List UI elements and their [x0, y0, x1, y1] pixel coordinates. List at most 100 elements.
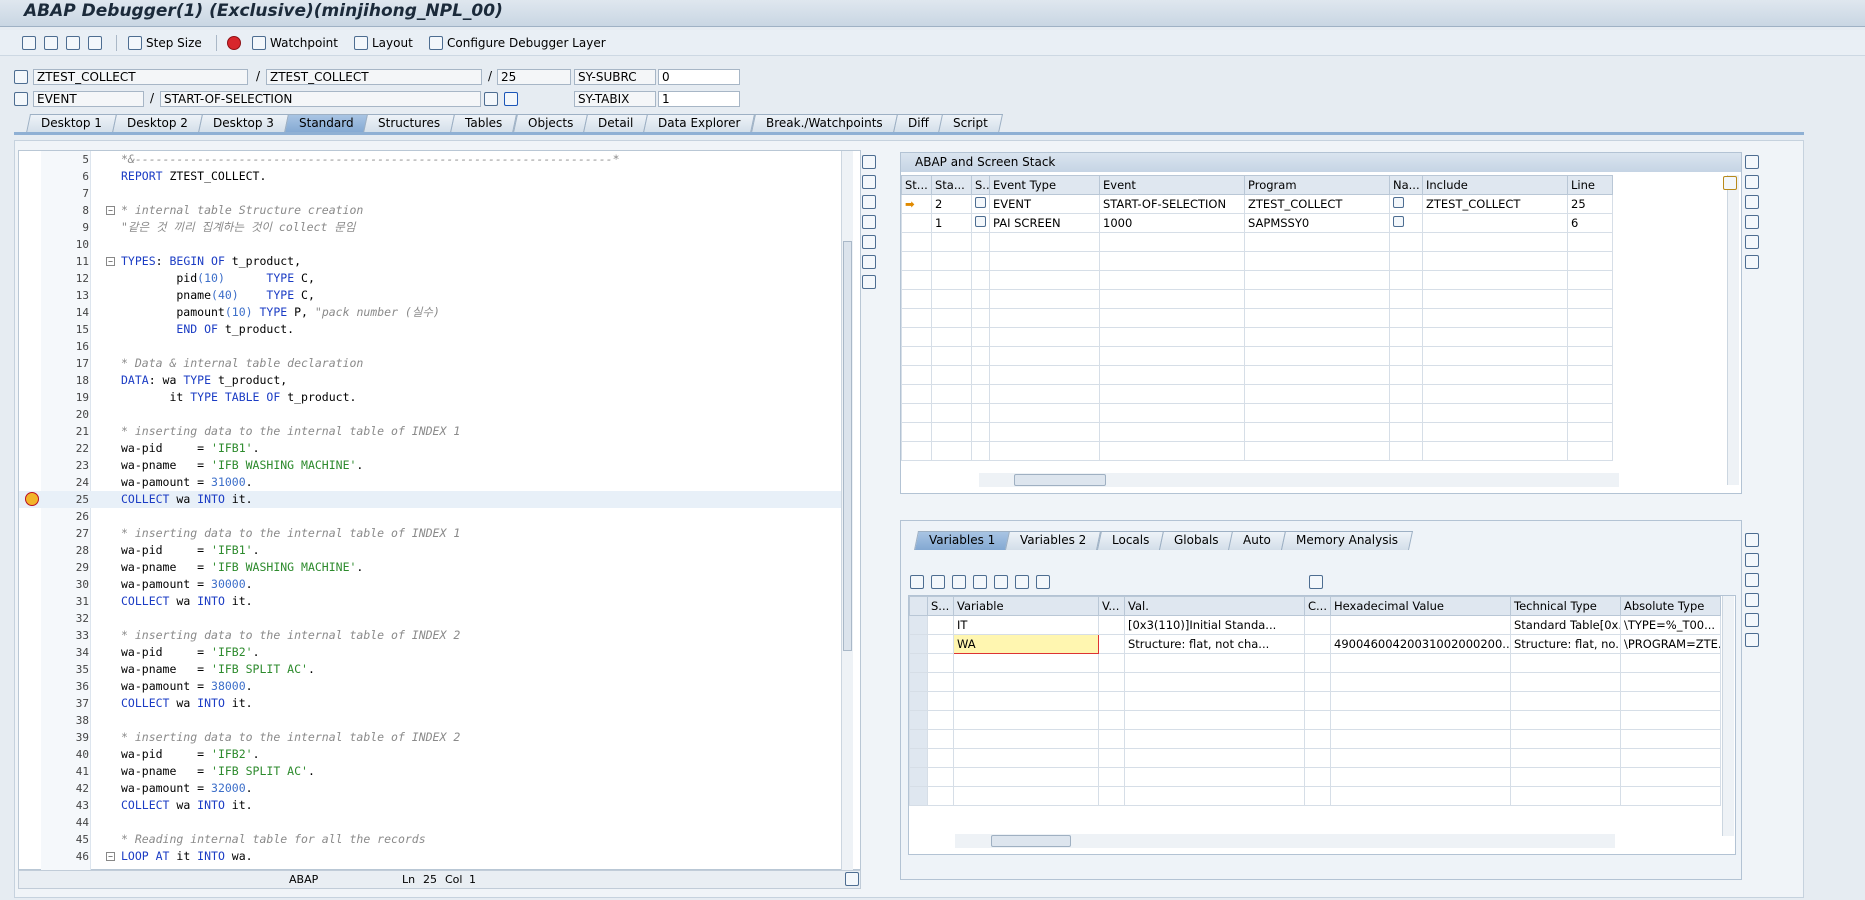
- code-line[interactable]: 44: [19, 814, 845, 831]
- watchpoint-button[interactable]: Watchpoint: [252, 34, 338, 52]
- tab-data-explorer[interactable]: Data Explorer: [643, 114, 756, 133]
- variable-empty-row[interactable]: [909, 710, 1721, 730]
- editor-scrollbar[interactable]: [841, 151, 853, 871]
- code-line[interactable]: 22 wa-pid = 'IFB1'.: [19, 440, 845, 457]
- step-size-button[interactable]: Step Size: [128, 34, 202, 52]
- services-icon[interactable]: [1745, 613, 1759, 627]
- variable-empty-row[interactable]: [909, 748, 1721, 768]
- variable-column-header[interactable]: Hexadecimal Value: [1330, 596, 1511, 616]
- code-line[interactable]: 14 pamount(10) TYPE P, "pack number (실수): [19, 304, 845, 321]
- services-icon[interactable]: [862, 255, 876, 269]
- variable-column-header[interactable]: Variable: [953, 596, 1099, 616]
- tab-structures[interactable]: Structures: [363, 114, 456, 133]
- editor-settings-icon[interactable]: [845, 872, 859, 886]
- code-line[interactable]: 25 COLLECT wa INTO it.: [19, 491, 845, 508]
- fold-toggle-icon[interactable]: −: [106, 852, 115, 861]
- tab-desktop-2[interactable]: Desktop 2: [111, 114, 203, 133]
- close-icon[interactable]: [1745, 155, 1759, 169]
- layout-button[interactable]: Layout: [354, 34, 413, 52]
- tab-tables[interactable]: Tables: [450, 114, 518, 133]
- variables-hscrollbar[interactable]: [955, 834, 1615, 848]
- code-line[interactable]: 5 *&-------------------------------------…: [19, 151, 845, 168]
- fold-toggle-icon[interactable]: −: [106, 257, 115, 266]
- code-line[interactable]: 21 * inserting data to the internal table…: [19, 423, 845, 440]
- code-line[interactable]: 20: [19, 406, 845, 423]
- code-line[interactable]: 8 − * internal table Structure creation: [19, 202, 845, 219]
- code-line[interactable]: 11 − TYPES: BEGIN OF t_product,: [19, 253, 845, 270]
- variable-empty-row[interactable]: [909, 767, 1721, 787]
- code-line[interactable]: 33 * inserting data to the internal table…: [19, 627, 845, 644]
- variable-empty-row[interactable]: [909, 653, 1721, 673]
- code-line[interactable]: 35 wa-pname = 'IFB SPLIT AC'.: [19, 661, 845, 678]
- tab-auto[interactable]: Auto: [1228, 531, 1287, 550]
- stack-scrollbar[interactable]: [1727, 175, 1739, 485]
- code-line[interactable]: 39 * inserting data to the internal table…: [19, 729, 845, 746]
- new-tool-icon[interactable]: [1745, 553, 1759, 567]
- swap-icon[interactable]: [862, 235, 876, 249]
- code-line[interactable]: 32: [19, 610, 845, 627]
- tab-break-watchpoints[interactable]: Break./Watchpoints: [750, 114, 898, 133]
- code-line[interactable]: 24 wa-pamount = 31000.: [19, 474, 845, 491]
- code-line[interactable]: 10: [19, 236, 845, 253]
- code-line[interactable]: 31 COLLECT wa INTO it.: [19, 593, 845, 610]
- code-line[interactable]: 43 COLLECT wa INTO it.: [19, 797, 845, 814]
- layout-table-icon[interactable]: [1723, 176, 1737, 190]
- code-area[interactable]: 5 *&-------------------------------------…: [19, 151, 845, 871]
- new-tool-icon[interactable]: [1745, 175, 1759, 189]
- variable-empty-row[interactable]: [909, 691, 1721, 711]
- maximize-icon[interactable]: [1745, 195, 1759, 209]
- code-line[interactable]: 13 pname(40) TYPE C,: [19, 287, 845, 304]
- close-icon[interactable]: [862, 155, 876, 169]
- stack-column-header[interactable]: Na...: [1389, 175, 1423, 195]
- tab-script[interactable]: Script: [938, 114, 1004, 133]
- tab-standard[interactable]: Standard: [283, 114, 369, 133]
- stack-navigate[interactable]: [1389, 194, 1423, 214]
- single-step-button[interactable]: [22, 34, 36, 52]
- code-line[interactable]: 38: [19, 712, 845, 729]
- services-icon[interactable]: [1745, 235, 1759, 249]
- variables-scrollbar[interactable]: [1722, 596, 1734, 836]
- code-line[interactable]: 15 END OF t_product.: [19, 321, 845, 338]
- stack-column-header[interactable]: Include: [1422, 175, 1568, 195]
- remove-icon[interactable]: [973, 575, 987, 589]
- tab-diff[interactable]: Diff: [892, 114, 944, 133]
- stack-column-header[interactable]: S...: [971, 175, 990, 195]
- stack-hscrollbar[interactable]: [979, 473, 1619, 487]
- variables-hscroll-thumb[interactable]: [991, 835, 1071, 847]
- return-button[interactable]: [66, 34, 80, 52]
- settings-icon[interactable]: [1745, 633, 1759, 647]
- stack-column-header[interactable]: St...: [901, 175, 932, 195]
- code-line[interactable]: 28 wa-pid = 'IFB1'.: [19, 542, 845, 559]
- continue-button[interactable]: [88, 34, 102, 52]
- tab-detail[interactable]: Detail: [583, 114, 649, 133]
- variable-empty-row[interactable]: [909, 672, 1721, 692]
- editor-scroll-thumb[interactable]: [843, 241, 852, 651]
- code-line[interactable]: 36 wa-pamount = 38000.: [19, 678, 845, 695]
- variable-name-cell[interactable]: IT: [953, 615, 1099, 635]
- stack-row[interactable]: ➡ 2 EVENT START-OF-SELECTION ZTEST_COLLECT ZT…: [901, 194, 1613, 214]
- code-line[interactable]: 17 * Data & internal table declaration: [19, 355, 845, 372]
- save-icon[interactable]: [1309, 575, 1323, 589]
- navigate-icon[interactable]: [1393, 197, 1404, 208]
- replace-tool-icon[interactable]: [862, 195, 876, 209]
- close-icon[interactable]: [1745, 533, 1759, 547]
- navigate-icon[interactable]: [484, 92, 498, 106]
- navigate-icon[interactable]: [1393, 216, 1404, 227]
- stack-column-header[interactable]: Event Type: [989, 175, 1100, 195]
- fold-toggle-icon[interactable]: −: [106, 206, 115, 215]
- copy-icon[interactable]: [952, 575, 966, 589]
- settings-icon[interactable]: [1745, 255, 1759, 269]
- tab-desktop-1[interactable]: Desktop 1: [25, 114, 117, 133]
- tab-desktop-3[interactable]: Desktop 3: [197, 114, 289, 133]
- stack-column-header[interactable]: Line: [1567, 175, 1613, 195]
- stack-hscroll-thumb[interactable]: [1014, 474, 1106, 486]
- tab-variables-2[interactable]: Variables 2: [1005, 531, 1102, 550]
- code-line[interactable]: 46 − LOOP AT it INTO wa.: [19, 848, 845, 865]
- variable-name-cell[interactable]: WA: [953, 634, 1099, 654]
- stack-column-header[interactable]: Program: [1244, 175, 1390, 195]
- code-line[interactable]: 37 COLLECT wa INTO it.: [19, 695, 845, 712]
- code-line[interactable]: 26: [19, 508, 845, 525]
- variable-column-header[interactable]: S...: [927, 596, 954, 616]
- code-line[interactable]: 30 wa-pamount = 30000.: [19, 576, 845, 593]
- code-line[interactable]: 45 * Reading internal table for all the r…: [19, 831, 845, 848]
